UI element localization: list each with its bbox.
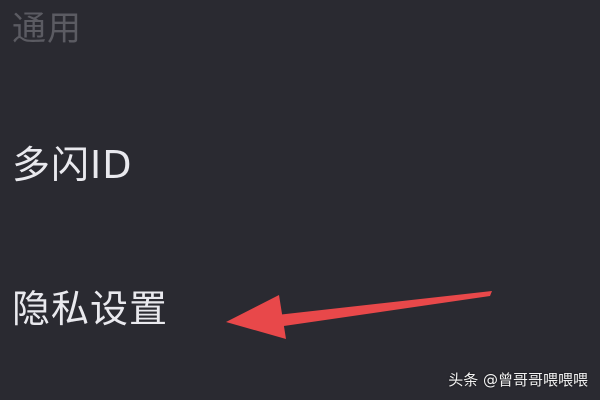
settings-item-duoshan-id[interactable]: 多闪ID [12,142,132,188]
settings-item-privacy[interactable]: 隐私设置 [12,286,168,332]
annotation-arrow [226,291,492,339]
settings-screen: 通用 多闪ID 隐私设置 头条 @曾哥哥喂喂喂 [0,0,600,400]
arrow-shaft [268,291,492,328]
arrow-head [226,295,286,339]
watermark-text: 头条 @曾哥哥喂喂喂 [448,371,588,389]
section-header-general: 通用 [12,9,82,49]
